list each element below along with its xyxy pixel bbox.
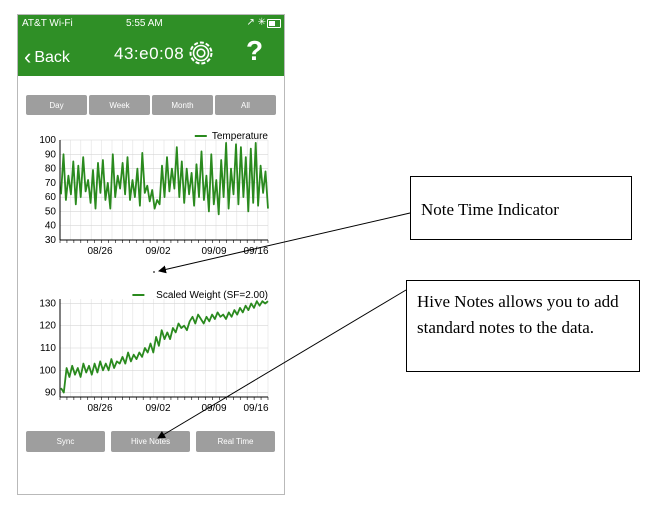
temperature-chart[interactable]: 100 90 80 70 60 50 40 30 08/26 09/02 09/09 09/16 Tem… bbox=[18, 130, 284, 270]
carrier-label: AT&T Wi-Fi bbox=[22, 18, 73, 29]
x-tick-label: 09/02 bbox=[145, 403, 170, 414]
x-tick-label: 09/09 bbox=[201, 403, 226, 414]
y-tick-label: 110 bbox=[40, 343, 56, 354]
y-tick-label: 90 bbox=[45, 149, 57, 160]
chevron-left-icon: ‹ bbox=[24, 44, 32, 69]
y-tick-label: 40 bbox=[45, 221, 57, 232]
y-tick-label: 60 bbox=[45, 192, 57, 203]
hive-notes-callout: Hive Notes allows you to add standard no… bbox=[406, 280, 640, 372]
legend-label: Scaled Weight (SF=2.00) bbox=[156, 290, 268, 301]
phone-screen: AT&T Wi-Fi 5:55 AM ↗ ✳ ‹ Back 43:e0:08 ? … bbox=[17, 14, 285, 495]
y-tick-label: 90 bbox=[45, 388, 57, 399]
bottom-button-bar: Sync Hive Notes Real Time bbox=[26, 431, 276, 452]
gear-icon[interactable] bbox=[188, 40, 214, 66]
y-tick-label: 130 bbox=[39, 298, 56, 309]
y-tick-label: 50 bbox=[45, 206, 57, 217]
range-month-button[interactable]: Month bbox=[152, 95, 213, 115]
y-tick-label: 80 bbox=[45, 164, 57, 175]
status-icons: ↗ ✳ bbox=[246, 17, 266, 28]
x-tick-label: 09/16 bbox=[243, 403, 268, 414]
x-tick-label: 08/26 bbox=[87, 403, 112, 414]
hive-notes-button[interactable]: Hive Notes bbox=[111, 431, 190, 452]
y-tick-label: 70 bbox=[45, 178, 57, 189]
sync-button[interactable]: Sync bbox=[26, 431, 105, 452]
range-week-button[interactable]: Week bbox=[89, 95, 150, 115]
nav-bar: ‹ Back 43:e0:08 ? bbox=[18, 32, 284, 76]
weight-chart[interactable]: 130 120 110 100 90 08/26 09/02 09/09 09/16 Scaled… bbox=[18, 287, 284, 427]
status-bar: AT&T Wi-Fi 5:55 AM ↗ ✳ bbox=[18, 15, 284, 32]
x-tick-label: 09/02 bbox=[145, 246, 170, 257]
legend-label: Temperature bbox=[212, 131, 269, 142]
x-tick-label: 09/16 bbox=[243, 246, 268, 257]
back-button[interactable]: ‹ Back bbox=[24, 42, 70, 69]
y-tick-label: 120 bbox=[39, 321, 56, 332]
note-time-callout: Note Time Indicator bbox=[410, 176, 632, 240]
y-tick-label: 30 bbox=[45, 235, 57, 246]
real-time-button[interactable]: Real Time bbox=[196, 431, 275, 452]
x-tick-label: 08/26 bbox=[87, 246, 112, 257]
status-time: 5:55 AM bbox=[126, 18, 163, 29]
device-title: 43:e0:08 bbox=[114, 44, 185, 63]
help-button[interactable]: ? bbox=[246, 35, 263, 67]
battery-icon bbox=[267, 19, 281, 28]
range-all-button[interactable]: All bbox=[215, 95, 276, 115]
y-tick-label: 100 bbox=[39, 135, 56, 146]
range-button-bar: Day Week Month All bbox=[26, 95, 276, 115]
back-label: Back bbox=[34, 49, 70, 66]
x-tick-label: 09/09 bbox=[201, 246, 226, 257]
range-day-button[interactable]: Day bbox=[26, 95, 87, 115]
y-tick-label: 100 bbox=[39, 365, 56, 376]
